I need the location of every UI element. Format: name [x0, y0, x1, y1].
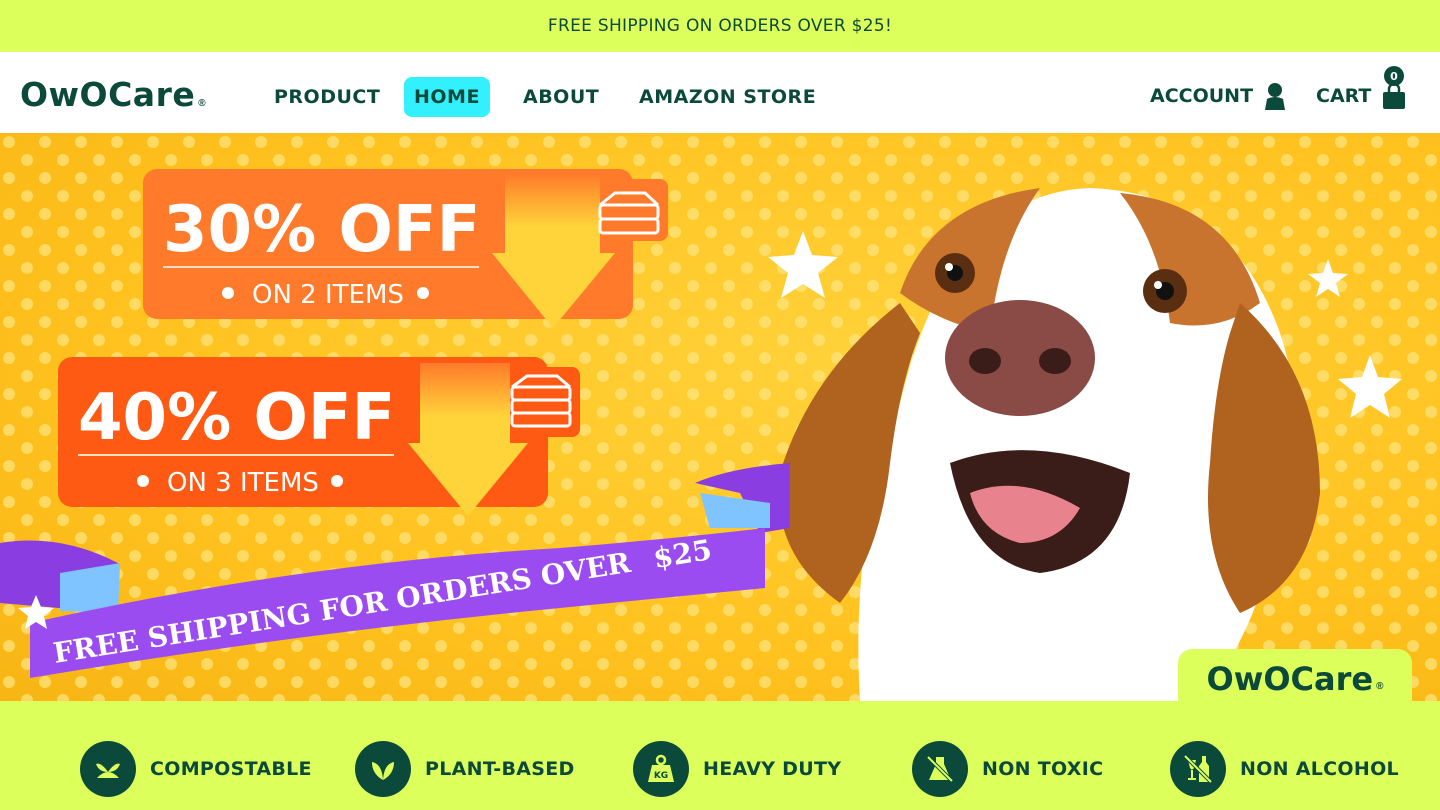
offer1-headline: 30% OFF [163, 193, 480, 267]
announcement-text: FREE SHIPPING ON ORDERS OVER $25! [547, 16, 893, 36]
offer2-sub: ON 3 ITEMS [167, 468, 319, 498]
site-header: OwOCare ® PRODUCT HOME ABOUT AMAZON STOR… [0, 52, 1440, 133]
no-toxic-icon [912, 741, 968, 797]
nav-item-home[interactable]: HOME [404, 77, 490, 117]
feature-label: COMPOSTABLE [150, 758, 312, 780]
svg-text:KG: KG [654, 771, 668, 781]
nav-item-label: HOME [414, 86, 480, 108]
feature-plant-based: PLANT-BASED [355, 741, 575, 797]
cart-link[interactable]: CART 0 [1316, 66, 1407, 110]
account-link[interactable]: ACCOUNT [1150, 82, 1287, 110]
hero-illustration: 30% OFF ON 2 ITEMS 40% OFF ON 3 ITEMS FR… [0, 133, 1440, 701]
compost-icon [80, 741, 136, 797]
nav-item-about[interactable]: ABOUT [513, 77, 609, 117]
announcement-bar: FREE SHIPPING ON ORDERS OVER $25! [0, 0, 1440, 52]
weight-kg-icon: KG [633, 741, 689, 797]
registered-mark: ® [1376, 680, 1384, 692]
hero-banner[interactable]: 30% OFF ON 2 ITEMS 40% OFF ON 3 ITEMS FR… [0, 133, 1440, 701]
offer-badge-40: 40% OFF ON 3 ITEMS [58, 357, 580, 516]
feature-label: PLANT-BASED [425, 758, 575, 780]
feature-label: HEAVY DUTY [703, 758, 842, 780]
account-label: ACCOUNT [1150, 85, 1254, 107]
nav-item-label: AMAZON STORE [639, 86, 817, 108]
user-icon [1265, 83, 1286, 110]
feature-non-toxic: NON TOXIC [912, 741, 1103, 797]
brand-logo-text: OwOCare [20, 75, 196, 114]
nav-item-product[interactable]: PRODUCT [264, 77, 390, 117]
nav-item-label: ABOUT [523, 86, 600, 108]
nav-item-label: PRODUCT [274, 86, 381, 108]
feature-non-alcohol: NON ALCOHOL [1170, 741, 1399, 797]
features-strip: COMPOSTABLE PLANT-BASED KG HEAVY DUTY NO… [0, 701, 1440, 810]
feature-heavy-duty: KG HEAVY DUTY [633, 741, 841, 797]
hero-logo-text: OwOCare [1206, 660, 1374, 698]
nav-item-amazon-store[interactable]: AMAZON STORE [629, 77, 826, 117]
offer1-sub: ON 2 ITEMS [252, 280, 404, 310]
registered-mark: ® [198, 98, 206, 109]
feature-label: NON TOXIC [982, 758, 1104, 780]
no-alcohol-icon [1170, 741, 1226, 797]
offer-badge-30: 30% OFF ON 2 ITEMS [143, 169, 668, 328]
cart-count-badge: 0 [1384, 66, 1404, 86]
cart-label: CART [1316, 85, 1372, 107]
shopping-bag-icon [1383, 82, 1406, 109]
feature-compostable: COMPOSTABLE [80, 741, 312, 797]
hero-brand-logo: OwOCare ® [1178, 649, 1412, 701]
feature-label: NON ALCOHOL [1240, 758, 1399, 780]
brand-logo[interactable]: OwOCare ® [20, 78, 206, 111]
leaf-icon [355, 741, 411, 797]
offer2-headline: 40% OFF [78, 381, 395, 455]
